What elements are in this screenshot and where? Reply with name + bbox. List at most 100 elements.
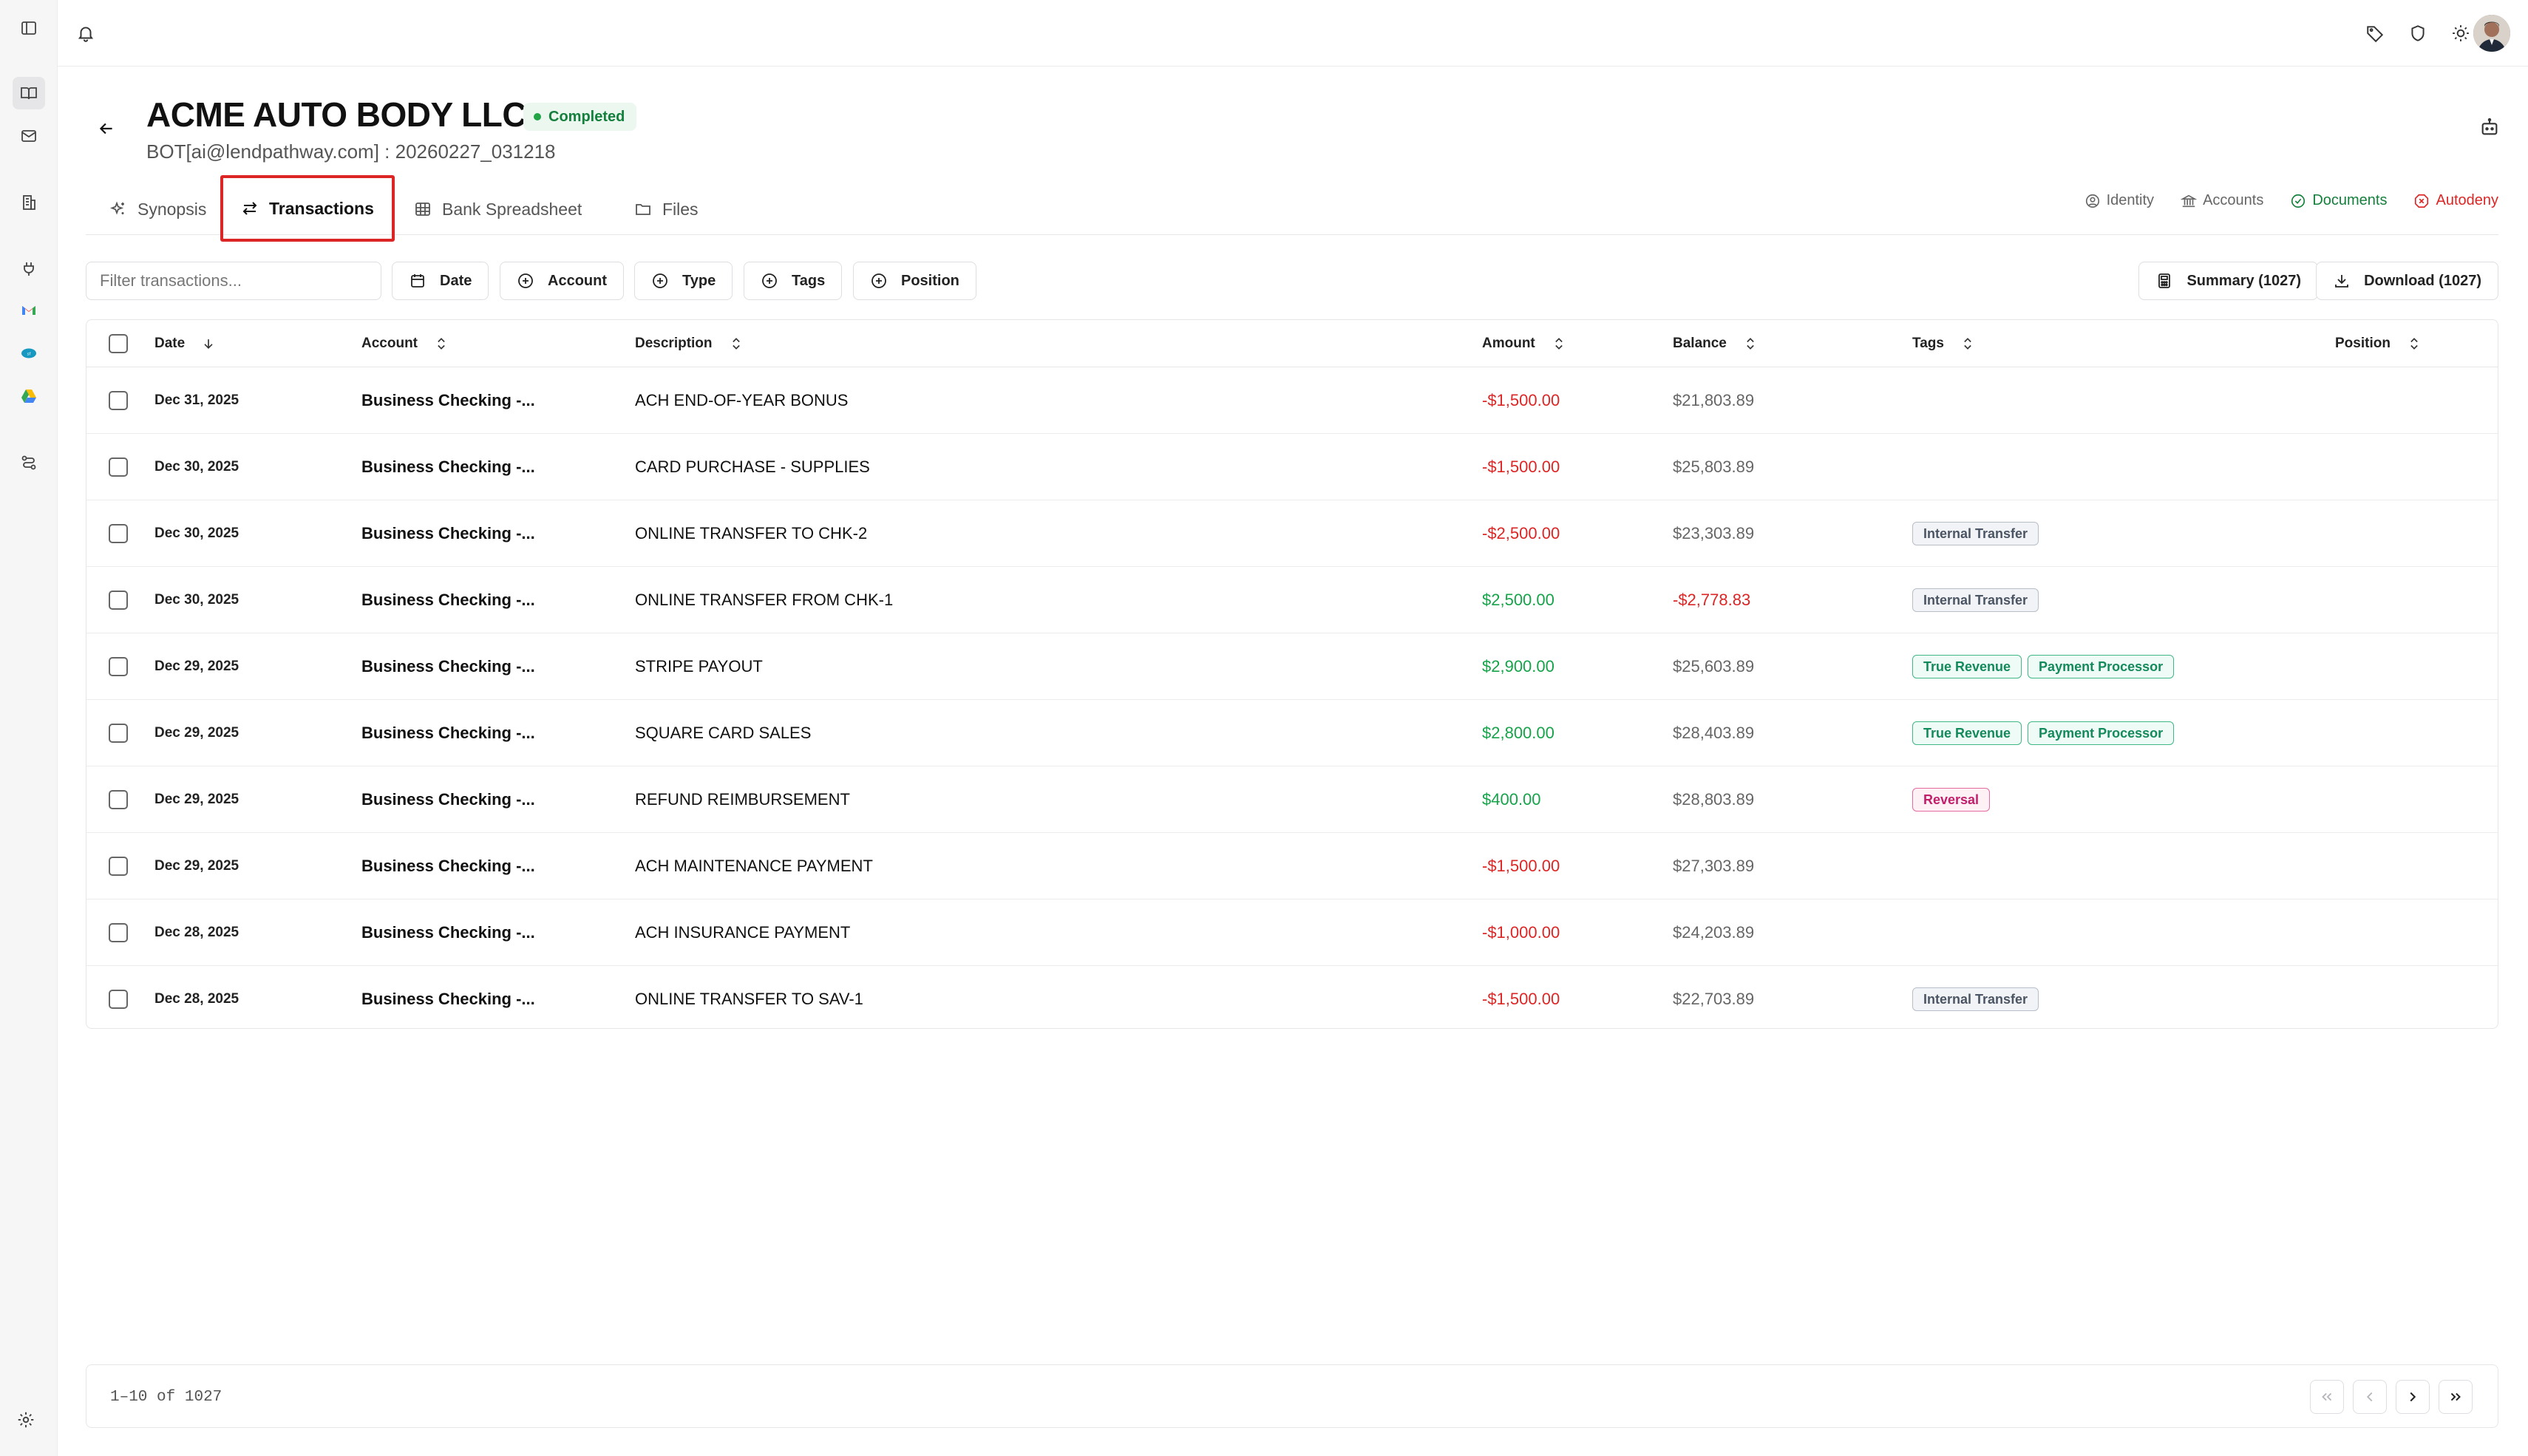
column-description[interactable]: Description: [635, 320, 744, 367]
row-checkbox[interactable]: [109, 790, 128, 809]
account-filter-button[interactable]: Account: [500, 262, 624, 300]
avatar[interactable]: [2473, 15, 2510, 52]
tab-label: Bank Spreadsheet: [442, 199, 582, 219]
cell-amount: -$1,500.00: [1482, 391, 1560, 409]
type-filter-button[interactable]: Type: [634, 262, 733, 300]
tag-badge[interactable]: Payment Processor: [2028, 721, 2175, 745]
tab-transactions[interactable]: Transactions: [220, 175, 395, 242]
cell-date: Dec 29, 2025: [154, 659, 239, 674]
filter-input[interactable]: [86, 262, 381, 300]
cell-date: Dec 31, 2025: [154, 392, 239, 408]
table-row[interactable]: Dec 29, 2025 Business Checking -... REFUND…: [86, 766, 2498, 833]
table-row[interactable]: Dec 29, 2025 Business Checking -... STRIPE…: [86, 633, 2498, 700]
cell-date: Dec 28, 2025: [154, 991, 239, 1007]
cell-account: Business Checking -...: [361, 457, 535, 476]
tab-label: Synopsis: [137, 199, 207, 219]
row-checkbox-cell[interactable]: [109, 367, 128, 434]
row-checkbox[interactable]: [109, 457, 128, 477]
cell-balance: $28,803.89: [1673, 790, 1755, 809]
position-filter-button[interactable]: Position: [853, 262, 976, 300]
building-icon[interactable]: [13, 186, 45, 219]
select-all-checkbox[interactable]: [109, 320, 128, 367]
bell-icon[interactable]: [70, 18, 101, 49]
status-links: Identity Accounts Documents Autodeny: [2084, 192, 2498, 209]
column-position[interactable]: Position: [2335, 320, 2422, 367]
cell-account: Business Checking -...: [361, 990, 535, 1008]
sidebar-toggle-icon[interactable]: [13, 12, 45, 44]
row-checkbox-cell[interactable]: [109, 766, 128, 833]
table-row[interactable]: Dec 29, 2025 Business Checking -... SQUARE…: [86, 700, 2498, 766]
table-row[interactable]: Dec 28, 2025 Business Checking -... ACH IN…: [86, 899, 2498, 966]
tag-badge[interactable]: True Revenue: [1912, 721, 2022, 745]
download-button[interactable]: Download (1027): [2316, 262, 2498, 300]
row-checkbox-cell[interactable]: [109, 567, 128, 633]
identity-link[interactable]: Identity: [2084, 192, 2154, 209]
tag-badge[interactable]: Payment Processor: [2028, 655, 2175, 678]
tag-badge[interactable]: True Revenue: [1912, 655, 2022, 678]
row-checkbox[interactable]: [109, 524, 128, 543]
row-checkbox-cell[interactable]: [109, 833, 128, 899]
row-checkbox-cell[interactable]: [109, 434, 128, 500]
column-date[interactable]: Date: [154, 320, 216, 367]
tag-badge[interactable]: Internal Transfer: [1912, 987, 2039, 1011]
accounts-link[interactable]: Accounts: [2181, 192, 2263, 209]
column-balance[interactable]: Balance: [1673, 320, 1758, 367]
row-checkbox[interactable]: [109, 857, 128, 876]
cell-account: Business Checking -...: [361, 391, 535, 409]
row-checkbox[interactable]: [109, 923, 128, 942]
row-checkbox-cell[interactable]: [109, 899, 128, 966]
cell-description: ONLINE TRANSFER FROM CHK-1: [635, 591, 894, 609]
tab-bank-spreadsheet[interactable]: Bank Spreadsheet: [396, 177, 599, 241]
row-checkbox-cell[interactable]: [109, 500, 128, 567]
column-label: Description: [635, 336, 713, 351]
row-checkbox[interactable]: [109, 990, 128, 1009]
sort-icon: [438, 338, 445, 350]
prev-page-button[interactable]: [2353, 1380, 2387, 1414]
row-checkbox-cell[interactable]: [109, 633, 128, 700]
gmail-icon[interactable]: [13, 294, 45, 327]
salesforce-icon[interactable]: sf: [13, 337, 45, 370]
sun-icon[interactable]: [2445, 18, 2476, 49]
filter-toolbar: Date Account Type Tags Position Summary …: [86, 262, 2498, 300]
row-checkbox[interactable]: [109, 724, 128, 743]
tab-synopsis[interactable]: Synopsis: [92, 177, 224, 241]
table-row[interactable]: Dec 30, 2025 Business Checking -... ONLINE…: [86, 567, 2498, 633]
user-circle-icon: [2085, 194, 2099, 208]
row-checkbox-cell[interactable]: [109, 700, 128, 766]
tag-icon[interactable]: [2359, 18, 2391, 49]
date-filter-button[interactable]: Date: [392, 262, 489, 300]
tag-badge[interactable]: Internal Transfer: [1912, 588, 2039, 612]
last-page-button[interactable]: [2439, 1380, 2473, 1414]
column-account[interactable]: Account: [361, 320, 449, 367]
workflow-icon[interactable]: [13, 446, 45, 479]
row-checkbox[interactable]: [109, 591, 128, 610]
table-row[interactable]: Dec 28, 2025 Business Checking -... ONLINE…: [86, 966, 2498, 1028]
tag-badge[interactable]: Reversal: [1912, 788, 1991, 812]
back-arrow-icon[interactable]: [92, 114, 121, 143]
table-row[interactable]: Dec 30, 2025 Business Checking -... CARD P…: [86, 434, 2498, 500]
cell-account: Business Checking -...: [361, 524, 535, 542]
next-page-button[interactable]: [2396, 1380, 2430, 1414]
documents-link[interactable]: Documents: [2290, 192, 2387, 209]
column-tags[interactable]: Tags: [1912, 320, 1975, 367]
tag-badge[interactable]: Internal Transfer: [1912, 522, 2039, 545]
first-page-button[interactable]: [2310, 1380, 2344, 1414]
column-amount[interactable]: Amount: [1482, 320, 1566, 367]
row-checkbox[interactable]: [109, 657, 128, 676]
table-row[interactable]: Dec 30, 2025 Business Checking -... ONLINE…: [86, 500, 2498, 567]
shield-icon[interactable]: [2402, 18, 2433, 49]
summary-button[interactable]: Summary (1027): [2138, 262, 2318, 300]
mail-icon[interactable]: [13, 120, 45, 152]
tags-filter-button[interactable]: Tags: [744, 262, 843, 300]
google-drive-icon[interactable]: [13, 380, 45, 412]
bot-icon[interactable]: [2479, 117, 2504, 142]
row-checkbox-cell[interactable]: [109, 966, 128, 1028]
row-checkbox[interactable]: [109, 391, 128, 410]
table-row[interactable]: Dec 29, 2025 Business Checking -... ACH MA…: [86, 833, 2498, 899]
plug-icon[interactable]: [13, 253, 45, 285]
table-row[interactable]: Dec 31, 2025 Business Checking -... ACH EN…: [86, 367, 2498, 434]
settings-icon[interactable]: [16, 1410, 43, 1437]
tab-files[interactable]: Files: [616, 177, 716, 241]
autodeny-link[interactable]: Autodeny: [2413, 192, 2498, 209]
book-icon[interactable]: [13, 77, 45, 109]
